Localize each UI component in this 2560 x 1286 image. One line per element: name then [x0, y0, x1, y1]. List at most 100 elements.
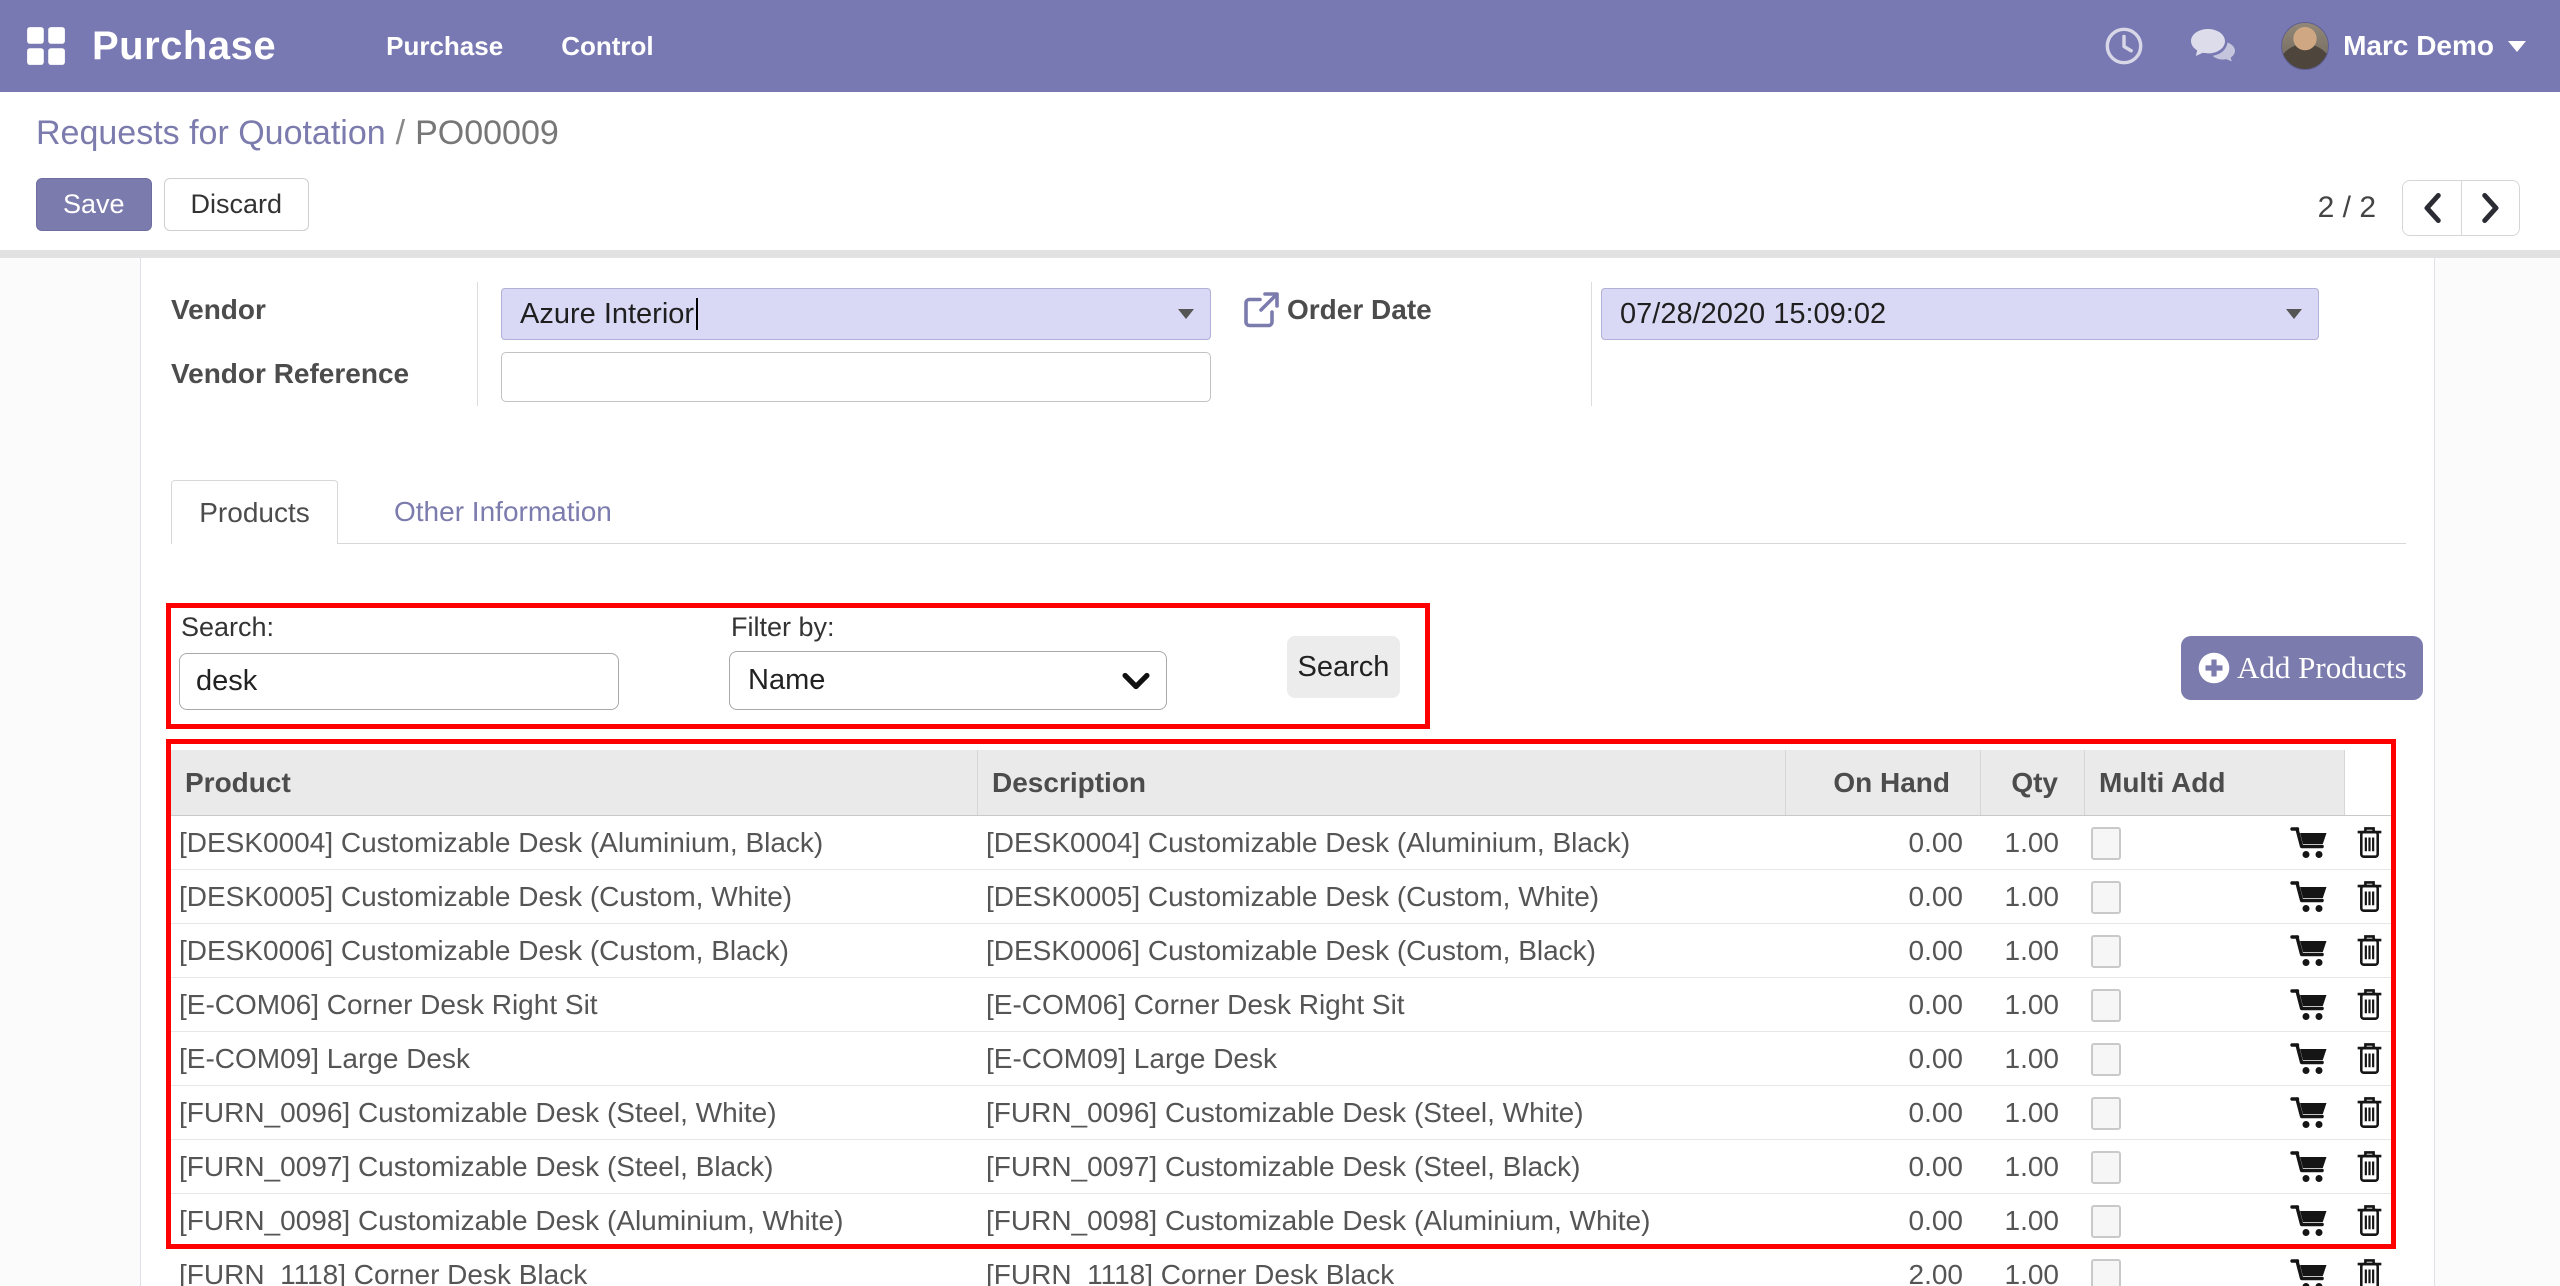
table-row[interactable]: [DESK0005] Customizable Desk (Custom, Wh…	[171, 870, 2393, 924]
trash-icon	[2354, 825, 2385, 861]
filter-by-label: Filter by:	[731, 612, 835, 643]
add-to-cart-button[interactable]	[2275, 1041, 2345, 1077]
multi-add-checkbox[interactable]	[2091, 1043, 2121, 1076]
activities-clock-icon[interactable]	[2103, 25, 2145, 67]
add-to-cart-button[interactable]	[2275, 987, 2345, 1023]
multi-add-checkbox[interactable]	[2091, 1097, 2121, 1130]
cell-description: [DESK0005] Customizable Desk (Custom, Wh…	[978, 881, 1786, 913]
add-to-cart-button[interactable]	[2275, 1257, 2345, 1286]
text-cursor	[696, 298, 698, 330]
multi-add-checkbox[interactable]	[2091, 881, 2121, 914]
app-brand-title[interactable]: Purchase	[92, 24, 276, 69]
table-row[interactable]: [FURN_0098] Customizable Desk (Aluminium…	[171, 1194, 2393, 1248]
menu-item-purchase[interactable]: Purchase	[386, 31, 503, 62]
product-table: Product Description On Hand Qty Multi Ad…	[171, 750, 2393, 1286]
header-multi-add[interactable]: Multi Add	[2085, 750, 2345, 815]
search-input[interactable]	[179, 653, 619, 710]
search-label: Search:	[181, 612, 274, 643]
group-divider-left	[477, 282, 478, 406]
delete-row-button[interactable]	[2345, 933, 2393, 969]
vendor-label: Vendor	[171, 294, 266, 326]
multi-add-checkbox[interactable]	[2091, 1151, 2121, 1184]
breadcrumb-parent-link[interactable]: Requests for Quotation	[36, 114, 386, 152]
cell-on-hand: 0.00	[1786, 935, 1981, 967]
search-button[interactable]: Search	[1287, 636, 1400, 698]
shopping-cart-icon	[2290, 825, 2330, 861]
table-row[interactable]: [FURN_0096] Customizable Desk (Steel, Wh…	[171, 1086, 2393, 1140]
vendor-dropdown-caret-icon[interactable]	[1178, 309, 1194, 319]
multi-add-checkbox[interactable]	[2091, 989, 2121, 1022]
vendor-external-link-icon[interactable]	[1241, 290, 1281, 330]
tab-other-information[interactable]: Other Information	[360, 480, 646, 544]
order-date-field[interactable]: 07/28/2020 15:09:02	[1601, 288, 2319, 340]
pager-next-button[interactable]	[2461, 181, 2519, 235]
breadcrumb-current: PO00009	[415, 114, 559, 152]
multi-add-checkbox[interactable]	[2091, 935, 2121, 968]
cell-qty[interactable]: 1.00	[1981, 881, 2085, 913]
table-row[interactable]: [DESK0004] Customizable Desk (Aluminium,…	[171, 816, 2393, 870]
multi-add-checkbox[interactable]	[2091, 827, 2121, 860]
trash-icon	[2354, 1149, 2385, 1185]
shopping-cart-icon	[2290, 1149, 2330, 1185]
cell-qty[interactable]: 1.00	[1981, 989, 2085, 1021]
order-date-label: Order Date	[1287, 294, 1432, 326]
table-row[interactable]: [E-COM09] Large Desk [E-COM09] Large Des…	[171, 1032, 2393, 1086]
cell-on-hand: 0.00	[1786, 1043, 1981, 1075]
delete-row-button[interactable]	[2345, 1203, 2393, 1239]
cell-qty[interactable]: 1.00	[1981, 1151, 2085, 1183]
add-to-cart-button[interactable]	[2275, 879, 2345, 915]
product-table-header: Product Description On Hand Qty Multi Ad…	[171, 750, 2393, 816]
pager-previous-button[interactable]	[2403, 181, 2461, 235]
table-row[interactable]: [E-COM06] Corner Desk Right Sit [E-COM06…	[171, 978, 2393, 1032]
table-row[interactable]: [DESK0006] Customizable Desk (Custom, Bl…	[171, 924, 2393, 978]
menu-item-control[interactable]: Control	[561, 31, 653, 62]
delete-row-button[interactable]	[2345, 1149, 2393, 1185]
cell-qty[interactable]: 1.00	[1981, 1097, 2085, 1129]
cell-description: [E-COM09] Large Desk	[978, 1043, 1786, 1075]
table-row[interactable]: [FURN_0097] Customizable Desk (Steel, Bl…	[171, 1140, 2393, 1194]
cell-description: [FURN_0097] Customizable Desk (Steel, Bl…	[978, 1151, 1786, 1183]
vendor-field[interactable]: Azure Interior	[501, 288, 1211, 340]
header-qty[interactable]: Qty	[1981, 750, 2085, 815]
trash-icon	[2354, 1203, 2385, 1239]
delete-row-button[interactable]	[2345, 1041, 2393, 1077]
save-button[interactable]: Save	[36, 178, 152, 231]
trash-icon	[2354, 879, 2385, 915]
vendor-value: Azure Interior	[520, 298, 694, 331]
shopping-cart-icon	[2290, 1095, 2330, 1131]
add-to-cart-button[interactable]	[2275, 1203, 2345, 1239]
cell-qty[interactable]: 1.00	[1981, 935, 2085, 967]
header-description[interactable]: Description	[978, 750, 1786, 815]
cell-qty[interactable]: 1.00	[1981, 1043, 2085, 1075]
vendor-reference-field[interactable]	[501, 352, 1211, 402]
cell-qty[interactable]: 1.00	[1981, 827, 2085, 859]
multi-add-checkbox[interactable]	[2091, 1205, 2121, 1238]
apps-menu-button[interactable]	[0, 0, 92, 92]
delete-row-button[interactable]	[2345, 825, 2393, 861]
table-row[interactable]: [FURN_1118] Corner Desk Black [FURN_1118…	[171, 1248, 2393, 1286]
add-to-cart-button[interactable]	[2275, 1149, 2345, 1185]
delete-row-button[interactable]	[2345, 879, 2393, 915]
add-to-cart-button[interactable]	[2275, 1095, 2345, 1131]
tab-products[interactable]: Products	[171, 480, 338, 544]
cell-qty[interactable]: 1.00	[1981, 1205, 2085, 1237]
user-avatar	[2281, 22, 2329, 70]
cell-qty[interactable]: 1.00	[1981, 1259, 2085, 1286]
header-product[interactable]: Product	[171, 750, 978, 815]
discard-button[interactable]: Discard	[164, 178, 310, 231]
order-date-dropdown-caret-icon[interactable]	[2286, 309, 2302, 319]
header-on-hand[interactable]: On Hand	[1786, 750, 1981, 815]
multi-add-checkbox[interactable]	[2091, 1259, 2121, 1286]
add-to-cart-button[interactable]	[2275, 825, 2345, 861]
user-menu[interactable]: Marc Demo	[2281, 22, 2526, 70]
filter-by-select[interactable]: Name	[729, 651, 1167, 710]
add-to-cart-button[interactable]	[2275, 933, 2345, 969]
messages-chat-icon[interactable]	[2189, 26, 2237, 66]
cell-product: [FURN_0096] Customizable Desk (Steel, Wh…	[171, 1097, 978, 1129]
delete-row-button[interactable]	[2345, 1257, 2393, 1286]
breadcrumb: Requests for Quotation/PO00009	[36, 114, 559, 153]
add-products-button[interactable]: Add Products	[2181, 636, 2423, 700]
delete-row-button[interactable]	[2345, 987, 2393, 1023]
delete-row-button[interactable]	[2345, 1095, 2393, 1131]
cell-on-hand: 0.00	[1786, 1151, 1981, 1183]
